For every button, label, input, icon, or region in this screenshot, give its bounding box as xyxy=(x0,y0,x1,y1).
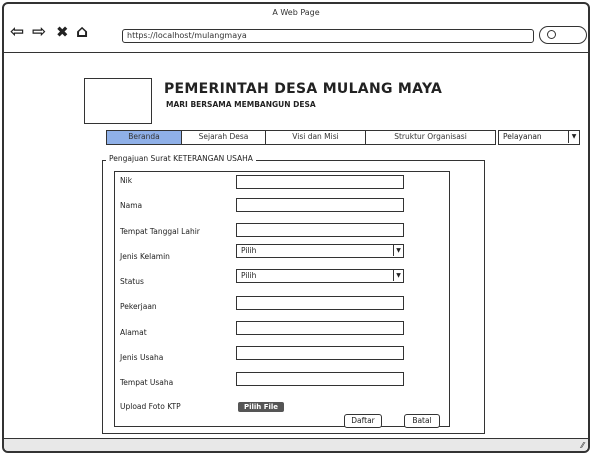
close-icon[interactable]: ✖ xyxy=(56,24,69,41)
window-title: A Web Page xyxy=(272,8,320,17)
tempat-usaha-label: Tempat Usaha xyxy=(120,378,174,387)
chevron-down-icon: ▼ xyxy=(568,131,579,143)
alamat-input[interactable] xyxy=(236,321,404,335)
jenis-kelamin-value: Pilih xyxy=(241,246,257,255)
toolbar-divider xyxy=(4,52,588,53)
page-title: PEMERINTAH DESA MULANG MAYA xyxy=(164,81,443,97)
tab-visi-misi[interactable]: Visi dan Misi xyxy=(266,130,366,145)
forward-arrow-icon[interactable]: ⇨ xyxy=(32,24,46,41)
jenis-kelamin-select[interactable]: Pilih ▼ xyxy=(236,244,404,258)
alamat-label: Alamat xyxy=(120,328,147,337)
tab-sejarah-desa[interactable]: Sejarah Desa xyxy=(182,130,266,145)
pelayanan-dropdown-label: Pelayanan xyxy=(503,132,542,141)
chevron-down-icon: ▼ xyxy=(393,245,403,256)
choose-file-button[interactable]: Pilih File xyxy=(238,402,284,412)
nama-label: Nama xyxy=(120,201,143,210)
form-legend: Pengajuan Surat KETERANGAN USAHA xyxy=(106,154,256,163)
batal-button[interactable]: Batal xyxy=(404,414,440,428)
tempat-usaha-input[interactable] xyxy=(236,372,404,386)
ttl-label: Tempat Tanggal Lahir xyxy=(120,227,200,236)
ttl-input[interactable] xyxy=(236,223,404,237)
search-icon[interactable] xyxy=(539,26,587,44)
status-label: Status xyxy=(120,277,144,286)
upload-ktp-label: Upload Foto KTP xyxy=(120,402,181,411)
tab-struktur-organisasi[interactable]: Struktur Organisasi xyxy=(366,130,496,145)
status-select[interactable]: Pilih ▼ xyxy=(236,269,404,283)
jenis-usaha-label: Jenis Usaha xyxy=(120,353,164,362)
back-arrow-icon[interactable]: ⇦ xyxy=(10,24,24,41)
pelayanan-dropdown[interactable]: Pelayanan ▼ xyxy=(498,130,580,145)
home-icon[interactable]: ⌂ xyxy=(76,24,88,41)
status-value: Pilih xyxy=(241,271,257,280)
chevron-down-icon: ▼ xyxy=(393,270,403,281)
jenis-kelamin-label: Jenis Kelamin xyxy=(120,252,170,261)
main-nav: Beranda Sejarah Desa Visi dan Misi Struk… xyxy=(106,130,580,145)
pekerjaan-input[interactable] xyxy=(236,296,404,310)
daftar-button[interactable]: Daftar xyxy=(344,414,382,428)
resize-handle-icon[interactable]: ⁄⁄ xyxy=(581,441,584,450)
status-bar: ⁄⁄ xyxy=(4,438,588,451)
nik-label: Nik xyxy=(120,176,133,185)
logo-placeholder xyxy=(84,78,152,124)
browser-window: A Web Page ⇦ ⇨ ✖ ⌂ https://localhost/mul… xyxy=(2,2,590,453)
pekerjaan-label: Pekerjaan xyxy=(120,302,157,311)
jenis-usaha-input[interactable] xyxy=(236,346,404,360)
tab-beranda[interactable]: Beranda xyxy=(106,130,182,145)
nama-input[interactable] xyxy=(236,198,404,212)
address-bar[interactable]: https://localhost/mulangmaya xyxy=(122,29,534,43)
page-subtitle: MARI BERSAMA MEMBANGUN DESA xyxy=(166,100,316,109)
nik-input[interactable] xyxy=(236,175,404,189)
